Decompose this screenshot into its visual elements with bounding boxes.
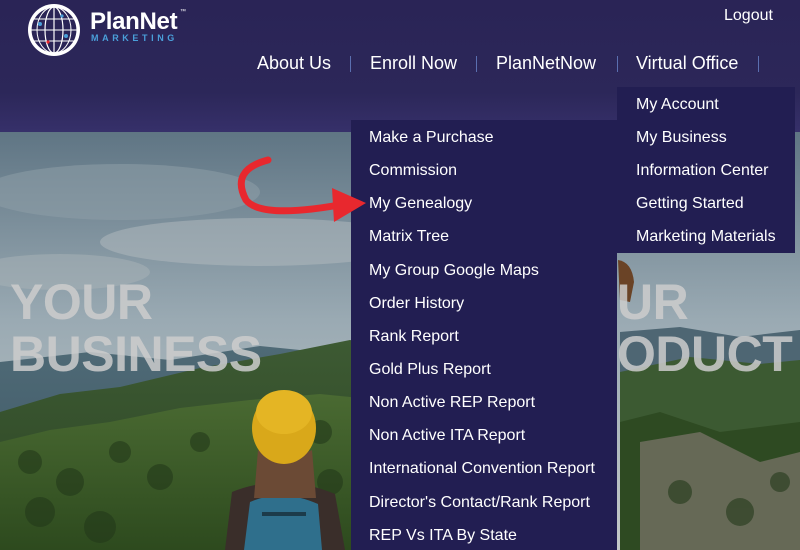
red-arrow-annotation-icon: [237, 156, 366, 222]
